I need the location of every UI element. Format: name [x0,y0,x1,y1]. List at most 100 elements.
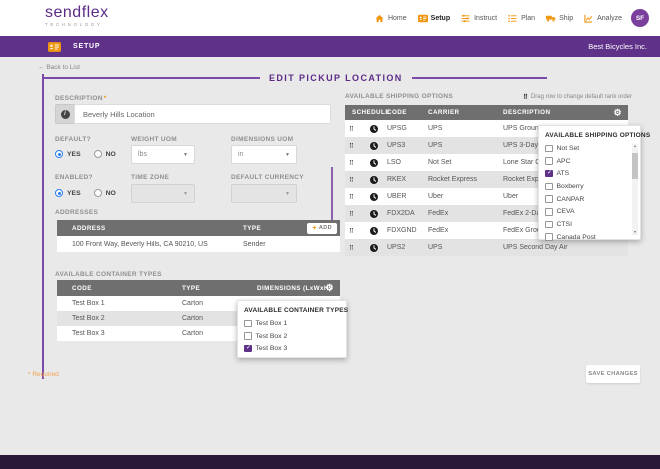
required-note: * Required [28,371,59,378]
scrollbar-thumb[interactable] [632,153,638,179]
container-table-header: CODE TYPE DIMENSIONS (LxWxH) ⚙ [57,280,340,296]
schedule-clock-icon[interactable] [361,244,387,252]
nav-label: Plan [521,15,535,22]
checkbox-icon[interactable] [545,170,553,178]
user-avatar[interactable]: SF [631,9,649,27]
time-zone-select[interactable]: ▼ [131,184,195,203]
gear-icon[interactable]: ⚙ [614,108,622,117]
dimensions-uom-label: DIMENSIONS UOM [231,136,293,143]
weight-uom-select[interactable]: lbs▼ [131,145,195,164]
column-address: ADDRESS [57,225,243,232]
nav-item-plan[interactable]: Plan [508,14,535,23]
save-changes-button[interactable]: SAVE CHANGES [586,365,640,383]
enabled-yes-option[interactable]: YES [55,189,81,197]
nav-label: Ship [559,15,573,22]
drag-handle-icon[interactable]: ⠿ [345,227,361,235]
drag-handle-icon[interactable]: ⠿ [345,125,361,133]
section-left-border [42,74,44,379]
address-type-cell: Sender [243,241,340,248]
checkbox-icon[interactable] [545,195,553,203]
checkbox-icon[interactable] [244,320,252,328]
schedule-clock-icon[interactable] [361,227,387,235]
default-no-option[interactable]: NO [94,150,116,158]
container-code-cell: Test Box 3 [57,330,182,337]
shipping-code-cell: LSO [387,159,428,166]
dropdown-option[interactable]: CTSI [539,218,640,231]
nav-item-setup[interactable]: Setup [418,14,450,23]
add-address-button[interactable]: + ADD [307,223,337,234]
addresses-table: ADDRESS TYPE + ADD 100 Front Way, Beverl… [57,220,340,252]
dropdown-option[interactable]: Not Set [539,142,640,155]
dropdown-option[interactable]: Test Box 1 [238,317,346,330]
instruct-icon [461,14,471,23]
checkbox-icon[interactable] [545,183,553,191]
checkbox-icon[interactable] [545,145,553,153]
checkbox-icon[interactable] [545,233,553,241]
radio-icon[interactable] [94,150,102,158]
setup-badge-icon [48,42,61,52]
default-yes-option[interactable]: YES [55,150,81,158]
schedule-clock-icon[interactable] [361,193,387,201]
checkbox-icon[interactable] [244,332,252,340]
shipping-code-cell: UPSG [387,125,428,132]
shipping-code-cell: UPS3 [387,142,428,149]
time-zone-label: TIME ZONE [131,174,169,181]
checkbox-icon[interactable] [244,345,252,353]
nav-item-instruct[interactable]: Instruct [461,14,497,23]
checkbox-icon[interactable] [545,221,553,229]
dropdown-option[interactable]: Test Box 3 [238,342,346,355]
nav-label: Instruct [474,15,497,22]
drag-handle-icon[interactable]: ⠿ [345,142,361,150]
gear-icon[interactable]: ⚙ [326,284,334,293]
radio-icon[interactable] [55,150,63,158]
dropdown-option[interactable]: Test Box 2 [238,330,346,343]
app-window: sendflex TECHNOLOGY Home Setup Instruct … [0,0,660,469]
drag-hint: ⠿ Drag row to change default rank order [523,93,632,101]
chevron-down-icon: ▼ [285,152,290,158]
schedule-clock-icon[interactable] [361,210,387,218]
scroll-up-icon[interactable]: ▲ [633,145,636,149]
container-code-cell: Test Box 2 [57,315,182,322]
dropdown-option[interactable]: CANPAR [539,193,640,206]
radio-icon[interactable] [94,189,102,197]
dimensions-uom-select[interactable]: in▼ [231,145,297,164]
drag-grip-icon: ⠿ [523,93,528,101]
nav-item-analyze[interactable]: Analyze [584,14,622,23]
nav-item-ship[interactable]: Ship [546,14,573,23]
ship-icon [546,14,556,23]
schedule-clock-icon[interactable] [361,142,387,150]
schedule-clock-icon[interactable] [361,176,387,184]
column-description: DESCRIPTION [503,109,628,116]
dropdown-title: AVAILABLE SHIPPING OPTIONS [539,126,640,142]
dropdown-option[interactable]: CEVA [539,205,640,218]
back-to-list-link[interactable]: ← Back to List [38,64,80,71]
dropdown-option[interactable]: ATS [539,167,640,180]
dropdown-option[interactable]: APC [539,155,640,168]
addresses-label: ADDRESSES [55,209,98,216]
plus-icon: + [312,225,317,232]
nav-item-home[interactable]: Home [375,14,407,23]
checkbox-icon[interactable] [545,157,553,165]
drag-handle-icon[interactable]: ⠿ [345,159,361,167]
drag-handle-icon[interactable]: ⠿ [345,193,361,201]
container-types-label: AVAILABLE CONTAINER TYPES [55,271,162,278]
drag-handle-icon[interactable]: ⠿ [345,244,361,252]
scroll-down-icon[interactable]: ▼ [633,231,636,235]
checkbox-icon[interactable] [545,208,553,216]
address-row[interactable]: 100 Front Way, Beverly Hills, CA 90210, … [57,236,340,252]
page-title-row: EDIT PICKUP LOCATION [42,73,547,83]
drag-handle-icon[interactable]: ⠿ [345,210,361,218]
column-code: CODE [57,285,182,292]
address-cell: 100 Front Way, Beverly Hills, CA 90210, … [57,241,243,248]
dropdown-option[interactable]: Canada Post [539,231,640,244]
schedule-clock-icon[interactable] [361,125,387,133]
radio-icon[interactable] [55,189,63,197]
enabled-no-option[interactable]: NO [94,189,116,197]
default-currency-select[interactable]: ▼ [231,184,297,203]
nav-label: Setup [431,15,450,22]
description-input[interactable] [74,104,331,124]
schedule-clock-icon[interactable] [361,159,387,167]
drag-handle-icon[interactable]: ⠿ [345,176,361,184]
plan-icon [508,14,518,23]
dropdown-option[interactable]: Boxberry [539,180,640,193]
